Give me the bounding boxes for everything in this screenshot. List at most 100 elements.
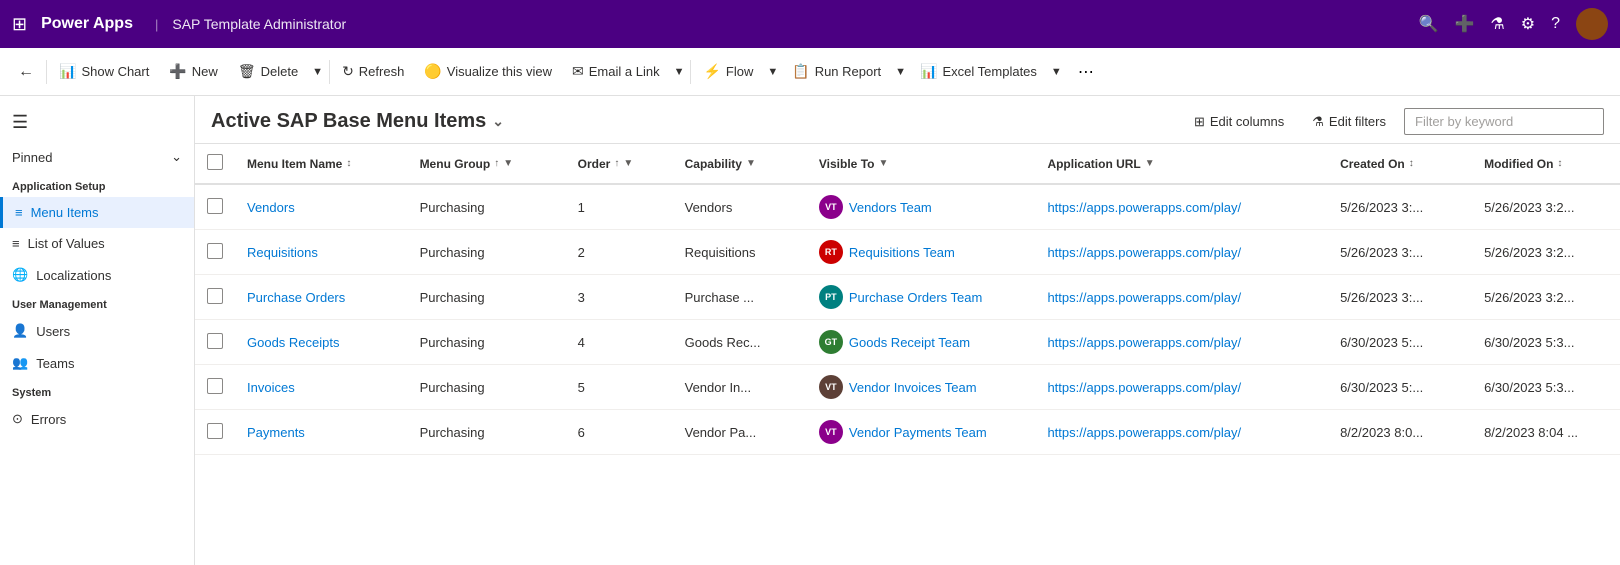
col-header-modified-on[interactable]: Modified On ↕ (1472, 144, 1620, 184)
email-dropdown[interactable]: ▼ (670, 60, 689, 84)
menu-item-link-3[interactable]: Goods Receipts (247, 335, 340, 350)
row-checkbox-cell[interactable] (195, 410, 235, 455)
table-row: Payments Purchasing 6 Vendor Pa... VT Ve… (195, 410, 1620, 455)
excel-dropdown[interactable]: ▼ (1047, 60, 1066, 84)
col-header-order[interactable]: Order ↑ ▼ (566, 144, 673, 184)
row-checkbox-cell[interactable] (195, 184, 235, 230)
filter-icon[interactable]: ⚗ (1490, 14, 1504, 34)
sidebar-pinned[interactable]: Pinned ⌄ (0, 141, 194, 173)
refresh-button[interactable]: ↻ Refresh (332, 57, 414, 86)
filter-keyword-input[interactable] (1404, 108, 1604, 135)
cell-app-url-1[interactable]: https://apps.powerapps.com/play/ (1035, 230, 1328, 275)
cell-modified-on-4: 6/30/2023 5:3... (1472, 365, 1620, 410)
excel-templates-button[interactable]: 📊 Excel Templates (910, 57, 1047, 86)
cell-capability-3: Goods Rec... (673, 320, 807, 365)
row-checkbox-0[interactable] (207, 198, 223, 214)
cell-menu-item-name-1[interactable]: Requisitions (235, 230, 408, 275)
menu-item-link-4[interactable]: Invoices (247, 380, 295, 395)
row-checkbox-cell[interactable] (195, 320, 235, 365)
menu-item-link-2[interactable]: Purchase Orders (247, 290, 345, 305)
row-checkbox-5[interactable] (207, 423, 223, 439)
col-header-visible-to[interactable]: Visible To ▼ (807, 144, 1036, 184)
flow-dropdown[interactable]: ▼ (763, 60, 782, 84)
new-button[interactable]: ➕ New (159, 57, 227, 86)
run-report-dropdown[interactable]: ▼ (891, 60, 910, 84)
visualize-button[interactable]: 🟡 Visualize this view (414, 57, 562, 86)
more-options-button[interactable]: ⋯ (1070, 58, 1102, 86)
app-url-link-0[interactable]: https://apps.powerapps.com/play/ (1047, 200, 1241, 215)
app-url-link-2[interactable]: https://apps.powerapps.com/play/ (1047, 290, 1241, 305)
menu-item-link-5[interactable]: Payments (247, 425, 305, 440)
app-url-link-5[interactable]: https://apps.powerapps.com/play/ (1047, 425, 1241, 440)
cell-app-url-5[interactable]: https://apps.powerapps.com/play/ (1035, 410, 1328, 455)
cell-order-3: 4 (566, 320, 673, 365)
sidebar-item-localizations[interactable]: 🌐 Localizations (0, 259, 194, 291)
cell-menu-item-name-4[interactable]: Invoices (235, 365, 408, 410)
cell-app-url-2[interactable]: https://apps.powerapps.com/play/ (1035, 275, 1328, 320)
visible-to-link-1[interactable]: Requisitions Team (849, 245, 955, 260)
table-row: Purchase Orders Purchasing 3 Purchase ..… (195, 275, 1620, 320)
help-icon[interactable]: ? (1551, 15, 1560, 33)
row-checkbox-cell[interactable] (195, 230, 235, 275)
visible-to-link-3[interactable]: Goods Receipt Team (849, 335, 970, 350)
email-link-button[interactable]: ✉ Email a Link (562, 57, 670, 86)
run-report-button[interactable]: 📋 Run Report (782, 57, 891, 86)
app-url-link-1[interactable]: https://apps.powerapps.com/play/ (1047, 245, 1241, 260)
team-avatar-3: GT (819, 330, 843, 354)
visible-to-link-4[interactable]: Vendor Invoices Team (849, 380, 977, 395)
visible-to-link-5[interactable]: Vendor Payments Team (849, 425, 987, 440)
select-all-checkbox-header[interactable] (195, 144, 235, 184)
menu-item-link-0[interactable]: Vendors (247, 200, 295, 215)
edit-filters-button[interactable]: ⚗ Edit filters (1302, 109, 1396, 135)
row-checkbox-4[interactable] (207, 378, 223, 394)
cell-app-url-0[interactable]: https://apps.powerapps.com/play/ (1035, 184, 1328, 230)
application-setup-header: Application Setup (0, 173, 194, 197)
sidebar-item-errors[interactable]: ⊙ Errors (0, 403, 194, 435)
row-checkbox-2[interactable] (207, 288, 223, 304)
settings-icon[interactable]: ⚙ (1521, 14, 1535, 34)
select-all-checkbox[interactable] (207, 154, 223, 170)
app-name[interactable]: Power Apps (41, 15, 133, 33)
sidebar-item-list-of-values[interactable]: ≡ List of Values (0, 228, 194, 259)
user-avatar[interactable] (1576, 8, 1608, 40)
col-header-menu-group[interactable]: Menu Group ↑ ▼ (408, 144, 566, 184)
cell-menu-item-name-5[interactable]: Payments (235, 410, 408, 455)
sidebar-item-teams[interactable]: 👥 Teams (0, 347, 194, 379)
edit-columns-button[interactable]: ⊞ Edit columns (1184, 109, 1294, 135)
show-chart-button[interactable]: 📊 Show Chart (49, 57, 159, 86)
row-checkbox-cell[interactable] (195, 275, 235, 320)
col-header-menu-item-name[interactable]: Menu Item Name ↕ (235, 144, 408, 184)
delete-dropdown[interactable]: ▼ (308, 60, 327, 84)
col-header-created-on[interactable]: Created On ↕ (1328, 144, 1472, 184)
add-icon[interactable]: ➕ (1454, 14, 1474, 34)
menu-item-link-1[interactable]: Requisitions (247, 245, 318, 260)
sidebar-item-menu-items[interactable]: ≡ Menu Items (0, 197, 194, 228)
sidebar-item-users[interactable]: 👤 Users (0, 315, 194, 347)
col-header-application-url[interactable]: Application URL ▼ (1035, 144, 1328, 184)
flow-button[interactable]: ⚡ Flow (693, 57, 763, 86)
cell-menu-item-name-0[interactable]: Vendors (235, 184, 408, 230)
cell-menu-item-name-3[interactable]: Goods Receipts (235, 320, 408, 365)
cell-visible-to-0: VT Vendors Team (807, 184, 1036, 230)
cell-menu-item-name-2[interactable]: Purchase Orders (235, 275, 408, 320)
row-checkbox-1[interactable] (207, 243, 223, 259)
edit-filters-label: Edit filters (1329, 114, 1386, 129)
search-icon[interactable]: 🔍 (1419, 14, 1439, 34)
filter-icon-menu-group: ▼ (503, 158, 513, 169)
delete-button[interactable]: 🗑 Delete (228, 57, 308, 86)
row-checkbox-cell[interactable] (195, 365, 235, 410)
cell-created-on-5: 8/2/2023 8:0... (1328, 410, 1472, 455)
cell-app-url-4[interactable]: https://apps.powerapps.com/play/ (1035, 365, 1328, 410)
row-checkbox-3[interactable] (207, 333, 223, 349)
page-title[interactable]: Active SAP Base Menu Items ⌄ (211, 110, 504, 133)
back-button[interactable]: ← (8, 57, 44, 87)
waffle-icon[interactable]: ⊞ (12, 14, 27, 35)
sidebar-hamburger[interactable]: ☰ (0, 104, 194, 141)
visible-to-link-2[interactable]: Purchase Orders Team (849, 290, 982, 305)
col-header-capability[interactable]: Capability ▼ (673, 144, 807, 184)
visible-to-link-0[interactable]: Vendors Team (849, 200, 932, 215)
cell-app-url-3[interactable]: https://apps.powerapps.com/play/ (1035, 320, 1328, 365)
app-url-link-4[interactable]: https://apps.powerapps.com/play/ (1047, 380, 1241, 395)
cell-created-on-4: 6/30/2023 5:... (1328, 365, 1472, 410)
app-url-link-3[interactable]: https://apps.powerapps.com/play/ (1047, 335, 1241, 350)
